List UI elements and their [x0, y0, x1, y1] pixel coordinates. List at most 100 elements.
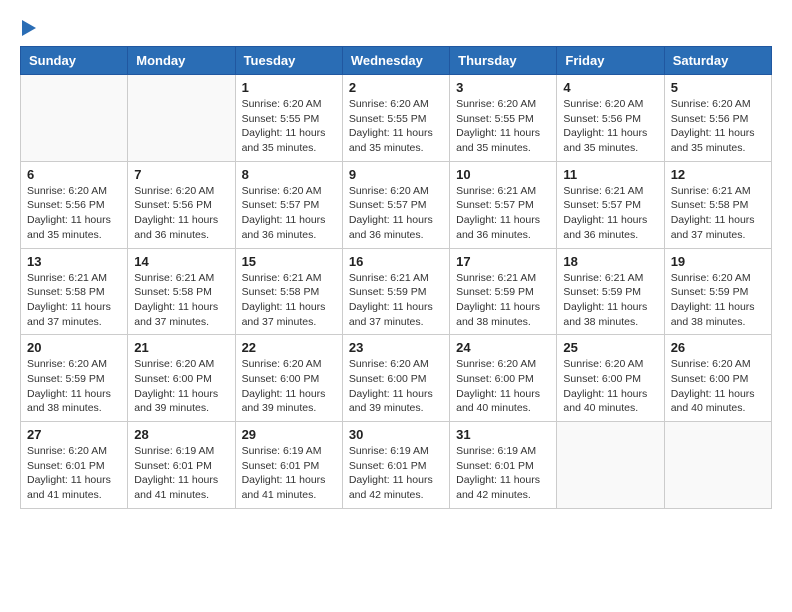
- day-number: 2: [349, 80, 443, 95]
- day-info: Sunrise: 6:20 AM Sunset: 6:01 PM Dayligh…: [27, 444, 121, 503]
- calendar-week-2: 6 Sunrise: 6:20 AM Sunset: 5:56 PM Daylig…: [21, 161, 772, 248]
- day-info: Sunrise: 6:19 AM Sunset: 6:01 PM Dayligh…: [242, 444, 336, 503]
- day-number: 5: [671, 80, 765, 95]
- calendar-cell: [21, 75, 128, 162]
- day-number: 19: [671, 254, 765, 269]
- day-info: Sunrise: 6:19 AM Sunset: 6:01 PM Dayligh…: [134, 444, 228, 503]
- day-info: Sunrise: 6:20 AM Sunset: 6:00 PM Dayligh…: [563, 357, 657, 416]
- calendar-cell: 8 Sunrise: 6:20 AM Sunset: 5:57 PM Daylig…: [235, 161, 342, 248]
- calendar-cell: 13Sunrise: 6:21 AM Sunset: 5:58 PM Dayli…: [21, 248, 128, 335]
- calendar-cell: 19 Sunrise: 6:20 AM Sunset: 5:59 PM Dayli…: [664, 248, 771, 335]
- day-number: 15: [242, 254, 336, 269]
- day-info: Sunrise: 6:20 AM Sunset: 5:55 PM Dayligh…: [456, 97, 550, 156]
- calendar-cell: 12Sunrise: 6:21 AM Sunset: 5:58 PM Dayli…: [664, 161, 771, 248]
- day-number: 26: [671, 340, 765, 355]
- day-info: Sunrise: 6:20 AM Sunset: 6:00 PM Dayligh…: [134, 357, 228, 416]
- calendar-cell: 25 Sunrise: 6:20 AM Sunset: 6:00 PM Dayli…: [557, 335, 664, 422]
- calendar-cell: 10 Sunrise: 6:21 AM Sunset: 5:57 PM Dayli…: [450, 161, 557, 248]
- day-info: Sunrise: 6:20 AM Sunset: 6:00 PM Dayligh…: [456, 357, 550, 416]
- calendar-cell: 14 Sunrise: 6:21 AM Sunset: 5:58 PM Dayli…: [128, 248, 235, 335]
- day-number: 22: [242, 340, 336, 355]
- day-info: Sunrise: 6:20 AM Sunset: 5:56 PM Dayligh…: [563, 97, 657, 156]
- calendar-week-4: 20Sunrise: 6:20 AM Sunset: 5:59 PM Dayli…: [21, 335, 772, 422]
- calendar-cell: 27 Sunrise: 6:20 AM Sunset: 6:01 PM Dayli…: [21, 422, 128, 509]
- calendar-cell: 29 Sunrise: 6:19 AM Sunset: 6:01 PM Dayli…: [235, 422, 342, 509]
- calendar-cell: 2 Sunrise: 6:20 AM Sunset: 5:55 PM Daylig…: [342, 75, 449, 162]
- calendar-cell: [664, 422, 771, 509]
- calendar-cell: 17 Sunrise: 6:21 AM Sunset: 5:59 PM Dayli…: [450, 248, 557, 335]
- column-header-friday: Friday: [557, 47, 664, 75]
- day-number: 27: [27, 427, 121, 442]
- calendar-cell: 11 Sunrise: 6:21 AM Sunset: 5:57 PM Dayli…: [557, 161, 664, 248]
- day-number: 23: [349, 340, 443, 355]
- day-number: 9: [349, 167, 443, 182]
- calendar-cell: 5 Sunrise: 6:20 AM Sunset: 5:56 PM Daylig…: [664, 75, 771, 162]
- calendar-cell: 24 Sunrise: 6:20 AM Sunset: 6:00 PM Dayli…: [450, 335, 557, 422]
- day-number: 20: [27, 340, 121, 355]
- calendar-cell: 9 Sunrise: 6:20 AM Sunset: 5:57 PM Daylig…: [342, 161, 449, 248]
- page-header: [20, 20, 772, 36]
- day-info: Sunrise: 6:20 AM Sunset: 5:59 PM Dayligh…: [671, 271, 765, 330]
- day-number: 30: [349, 427, 443, 442]
- day-info: Sunrise: 6:20 AM Sunset: 5:56 PM Dayligh…: [27, 184, 121, 243]
- day-info: Sunrise: 6:21 AM Sunset: 5:59 PM Dayligh…: [349, 271, 443, 330]
- day-number: 10: [456, 167, 550, 182]
- day-number: 24: [456, 340, 550, 355]
- calendar-cell: 15 Sunrise: 6:21 AM Sunset: 5:58 PM Dayli…: [235, 248, 342, 335]
- day-number: 11: [563, 167, 657, 182]
- calendar-cell: 22 Sunrise: 6:20 AM Sunset: 6:00 PM Dayli…: [235, 335, 342, 422]
- day-info: Sunrise: 6:20 AM Sunset: 5:57 PM Dayligh…: [242, 184, 336, 243]
- day-info: Sunrise: 6:21 AM Sunset: 5:57 PM Dayligh…: [456, 184, 550, 243]
- day-info: Sunrise: 6:20 AM Sunset: 5:57 PM Dayligh…: [349, 184, 443, 243]
- column-header-saturday: Saturday: [664, 47, 771, 75]
- calendar-cell: 4 Sunrise: 6:20 AM Sunset: 5:56 PM Daylig…: [557, 75, 664, 162]
- day-info: Sunrise: 6:21 AM Sunset: 5:59 PM Dayligh…: [563, 271, 657, 330]
- day-info: Sunrise: 6:20 AM Sunset: 5:56 PM Dayligh…: [134, 184, 228, 243]
- day-info: Sunrise: 6:21 AM Sunset: 5:57 PM Dayligh…: [563, 184, 657, 243]
- day-number: 29: [242, 427, 336, 442]
- day-number: 18: [563, 254, 657, 269]
- day-number: 12: [671, 167, 765, 182]
- day-info: Sunrise: 6:21 AM Sunset: 5:58 PM Dayligh…: [242, 271, 336, 330]
- day-number: 4: [563, 80, 657, 95]
- calendar-week-1: 1 Sunrise: 6:20 AM Sunset: 5:55 PM Daylig…: [21, 75, 772, 162]
- day-info: Sunrise: 6:21 AM Sunset: 5:59 PM Dayligh…: [456, 271, 550, 330]
- calendar-cell: 20Sunrise: 6:20 AM Sunset: 5:59 PM Dayli…: [21, 335, 128, 422]
- calendar-cell: 30Sunrise: 6:19 AM Sunset: 6:01 PM Dayli…: [342, 422, 449, 509]
- day-info: Sunrise: 6:21 AM Sunset: 5:58 PM Dayligh…: [134, 271, 228, 330]
- day-info: Sunrise: 6:20 AM Sunset: 5:55 PM Dayligh…: [242, 97, 336, 156]
- calendar-cell: 21Sunrise: 6:20 AM Sunset: 6:00 PM Dayli…: [128, 335, 235, 422]
- calendar-cell: 28 Sunrise: 6:19 AM Sunset: 6:01 PM Dayli…: [128, 422, 235, 509]
- column-header-monday: Monday: [128, 47, 235, 75]
- calendar-cell: 6 Sunrise: 6:20 AM Sunset: 5:56 PM Daylig…: [21, 161, 128, 248]
- day-number: 8: [242, 167, 336, 182]
- calendar-cell: 3 Sunrise: 6:20 AM Sunset: 5:55 PM Daylig…: [450, 75, 557, 162]
- calendar-header-row: SundayMondayTuesdayWednesdayThursdayFrid…: [21, 47, 772, 75]
- day-info: Sunrise: 6:20 AM Sunset: 6:00 PM Dayligh…: [242, 357, 336, 416]
- day-number: 6: [27, 167, 121, 182]
- day-info: Sunrise: 6:20 AM Sunset: 6:00 PM Dayligh…: [671, 357, 765, 416]
- day-number: 28: [134, 427, 228, 442]
- column-header-thursday: Thursday: [450, 47, 557, 75]
- column-header-tuesday: Tuesday: [235, 47, 342, 75]
- day-info: Sunrise: 6:20 AM Sunset: 5:56 PM Dayligh…: [671, 97, 765, 156]
- day-number: 25: [563, 340, 657, 355]
- logo: [20, 20, 36, 36]
- day-number: 1: [242, 80, 336, 95]
- day-number: 13: [27, 254, 121, 269]
- day-info: Sunrise: 6:20 AM Sunset: 6:00 PM Dayligh…: [349, 357, 443, 416]
- calendar-cell: [557, 422, 664, 509]
- column-header-sunday: Sunday: [21, 47, 128, 75]
- calendar-cell: 1 Sunrise: 6:20 AM Sunset: 5:55 PM Daylig…: [235, 75, 342, 162]
- day-number: 14: [134, 254, 228, 269]
- day-number: 17: [456, 254, 550, 269]
- day-number: 31: [456, 427, 550, 442]
- day-info: Sunrise: 6:20 AM Sunset: 5:55 PM Dayligh…: [349, 97, 443, 156]
- calendar-cell: 31Sunrise: 6:19 AM Sunset: 6:01 PM Dayli…: [450, 422, 557, 509]
- calendar-week-5: 27 Sunrise: 6:20 AM Sunset: 6:01 PM Dayli…: [21, 422, 772, 509]
- calendar-cell: 26 Sunrise: 6:20 AM Sunset: 6:00 PM Dayli…: [664, 335, 771, 422]
- calendar-table: SundayMondayTuesdayWednesdayThursdayFrid…: [20, 46, 772, 509]
- logo-arrow-icon: [22, 20, 36, 36]
- day-number: 3: [456, 80, 550, 95]
- column-header-wednesday: Wednesday: [342, 47, 449, 75]
